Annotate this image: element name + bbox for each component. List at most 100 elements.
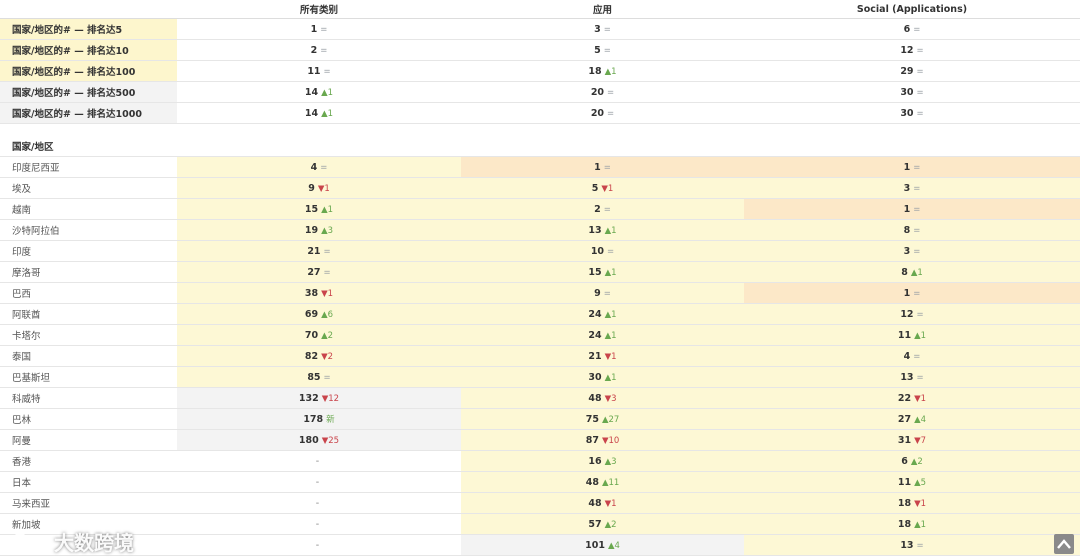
rank-value: 87 xyxy=(585,434,599,446)
rank-change: = xyxy=(320,24,328,35)
country-name[interactable]: 印度尼西亚 xyxy=(0,156,177,178)
rank-cell: 31 ▼7 xyxy=(744,429,1080,451)
rank-value: 12 xyxy=(900,44,914,56)
rank-cell: 13 = xyxy=(744,366,1080,388)
header-all-categories[interactable]: 所有类别 xyxy=(177,0,461,19)
rank-cell: 3 = xyxy=(461,18,744,40)
rank-change: ▼12 xyxy=(321,393,340,404)
country-row[interactable]: 香港 -16 ▲3 6 ▲2 xyxy=(0,450,1080,472)
rank-value: 48 xyxy=(588,392,602,404)
country-row[interactable]: 马来西亚 -48 ▼1 18 ▼1 xyxy=(0,492,1080,514)
rank-cell: 20 = xyxy=(461,102,744,124)
scroll-to-top-button[interactable] xyxy=(1054,534,1074,554)
rank-change: = xyxy=(323,66,331,77)
country-name[interactable]: 阿联酋 xyxy=(0,303,177,325)
country-name[interactable]: 埃及 xyxy=(0,177,177,199)
rank-value: 24 xyxy=(588,308,602,320)
country-row[interactable]: 埃及 9 ▼1 5 ▼1 3 = xyxy=(0,177,1080,199)
country-row[interactable]: 科威特 132 ▼12 48 ▼3 22 ▼1 xyxy=(0,387,1080,409)
table-header-row: 所有类别 应用 Social (Applications) xyxy=(0,0,1080,19)
rank-value: 30 xyxy=(900,86,914,98)
country-row[interactable]: 印度 21 = 10 = 3 = xyxy=(0,240,1080,262)
country-row[interactable]: -101 ▲4 13 = xyxy=(0,534,1080,556)
country-row[interactable]: 越南 15 ▲1 2 = 1 = xyxy=(0,198,1080,220)
rank-cell: 16 ▲3 xyxy=(461,450,744,472)
rank-change: = xyxy=(916,309,924,320)
rank-cell: 21 = xyxy=(177,240,461,262)
country-row[interactable]: 沙特阿拉伯 19 ▲3 13 ▲1 8 = xyxy=(0,219,1080,241)
country-name[interactable]: 卡塔尔 xyxy=(0,324,177,346)
country-row[interactable]: 新加坡 -57 ▲2 18 ▲1 xyxy=(0,513,1080,535)
rank-value: 13 xyxy=(900,371,914,383)
country-row[interactable]: 泰国 82 ▼2 21 ▼1 4 = xyxy=(0,345,1080,367)
rank-cell: 14 ▲1 xyxy=(177,81,461,103)
country-row[interactable]: 巴林 178 新 75 ▲27 27 ▲4 xyxy=(0,408,1080,430)
country-name[interactable]: 沙特阿拉伯 xyxy=(0,219,177,241)
rank-value: 4 xyxy=(903,350,911,362)
rank-change: ▲3 xyxy=(321,225,334,236)
country-name[interactable]: 香港 xyxy=(0,450,177,472)
rank-cell: 48 ▼1 xyxy=(461,492,744,514)
country-row[interactable]: 阿曼 180 ▼25 87 ▼10 31 ▼7 xyxy=(0,429,1080,451)
rank-value: 20 xyxy=(590,86,605,98)
rank-cell: 13 ▲1 xyxy=(461,219,744,241)
rank-value: 101 xyxy=(585,539,605,551)
rank-cell: 1 = xyxy=(744,156,1080,178)
country-row[interactable]: 印度尼西亚 4 = 1 = 1 = xyxy=(0,156,1080,178)
header-social[interactable]: Social (Applications) xyxy=(744,0,1080,19)
country-name[interactable]: 阿曼 xyxy=(0,429,177,451)
country-row[interactable]: 摩洛哥 27 = 15 ▲1 8 ▲1 xyxy=(0,261,1080,283)
rank-value: 29 xyxy=(900,65,914,77)
summary-label: 国家/地区的# — 排名达1000 xyxy=(0,102,177,124)
summary-row: 国家/地区的# — 排名达10 2 = 5 = 12 = xyxy=(0,39,1080,61)
country-name[interactable]: 巴西 xyxy=(0,282,177,304)
rank-cell: 11 ▲5 xyxy=(744,471,1080,493)
rank-value: 22 xyxy=(897,392,912,404)
country-row[interactable]: 卡塔尔 70 ▲2 24 ▲1 11 ▲1 xyxy=(0,324,1080,346)
rank-cell: 24 ▲1 xyxy=(461,324,744,346)
rank-change: ▲1 xyxy=(910,267,923,278)
country-row[interactable]: 巴基斯坦 85 = 30 ▲1 13 = xyxy=(0,366,1080,388)
rank-change: 新 xyxy=(326,415,335,425)
rank-value: 21 xyxy=(307,245,321,257)
ranking-table: 所有类别 应用 Social (Applications) 国家/地区的# — … xyxy=(0,0,1080,556)
rank-value: 11 xyxy=(307,65,321,77)
rank-change: = xyxy=(607,246,615,257)
rank-cell: 4 = xyxy=(744,345,1080,367)
rank-value: - xyxy=(315,497,320,509)
rank-value: 69 xyxy=(304,308,319,320)
rank-change: ▲1 xyxy=(604,225,617,236)
country-name[interactable]: 科威特 xyxy=(0,387,177,409)
country-row[interactable]: 阿联酋 69 ▲6 24 ▲1 12 = xyxy=(0,303,1080,325)
rank-cell: 2 = xyxy=(461,198,744,220)
rank-value: - xyxy=(315,518,320,530)
summary-label: 国家/地区的# — 排名达5 xyxy=(0,18,177,40)
country-row[interactable]: 巴西 38 ▼1 9 = 1 = xyxy=(0,282,1080,304)
country-name[interactable]: 摩洛哥 xyxy=(0,261,177,283)
country-name[interactable]: 越南 xyxy=(0,198,177,220)
rank-cell: 101 ▲4 xyxy=(461,534,744,556)
rank-value: 9 xyxy=(308,182,315,194)
rank-cell: 6 = xyxy=(744,18,1080,40)
rank-cell: - xyxy=(177,450,461,472)
country-name[interactable]: 泰国 xyxy=(0,345,177,367)
rank-change: = xyxy=(913,204,921,215)
country-name[interactable]: 巴林 xyxy=(0,408,177,430)
arrow-up-icon xyxy=(1057,539,1071,549)
rank-value: 85 xyxy=(307,371,321,383)
rank-change: ▲1 xyxy=(321,204,334,215)
rank-cell: 9 ▼1 xyxy=(177,177,461,199)
rank-cell: 29 = xyxy=(744,60,1080,82)
rank-cell: 14 ▲1 xyxy=(177,102,461,124)
country-row[interactable]: 日本 -48 ▲11 11 ▲5 xyxy=(0,471,1080,493)
country-name[interactable]: 马来西亚 xyxy=(0,492,177,514)
rank-change: ▲1 xyxy=(604,330,617,341)
country-name[interactable]: 巴基斯坦 xyxy=(0,366,177,388)
header-apps[interactable]: 应用 xyxy=(461,0,744,19)
rank-cell: 70 ▲2 xyxy=(177,324,461,346)
country-name[interactable]: 日本 xyxy=(0,471,177,493)
country-name[interactable]: 印度 xyxy=(0,240,177,262)
rank-change: = xyxy=(913,24,921,35)
rank-value: 27 xyxy=(897,413,912,425)
rank-change: = xyxy=(916,87,924,98)
